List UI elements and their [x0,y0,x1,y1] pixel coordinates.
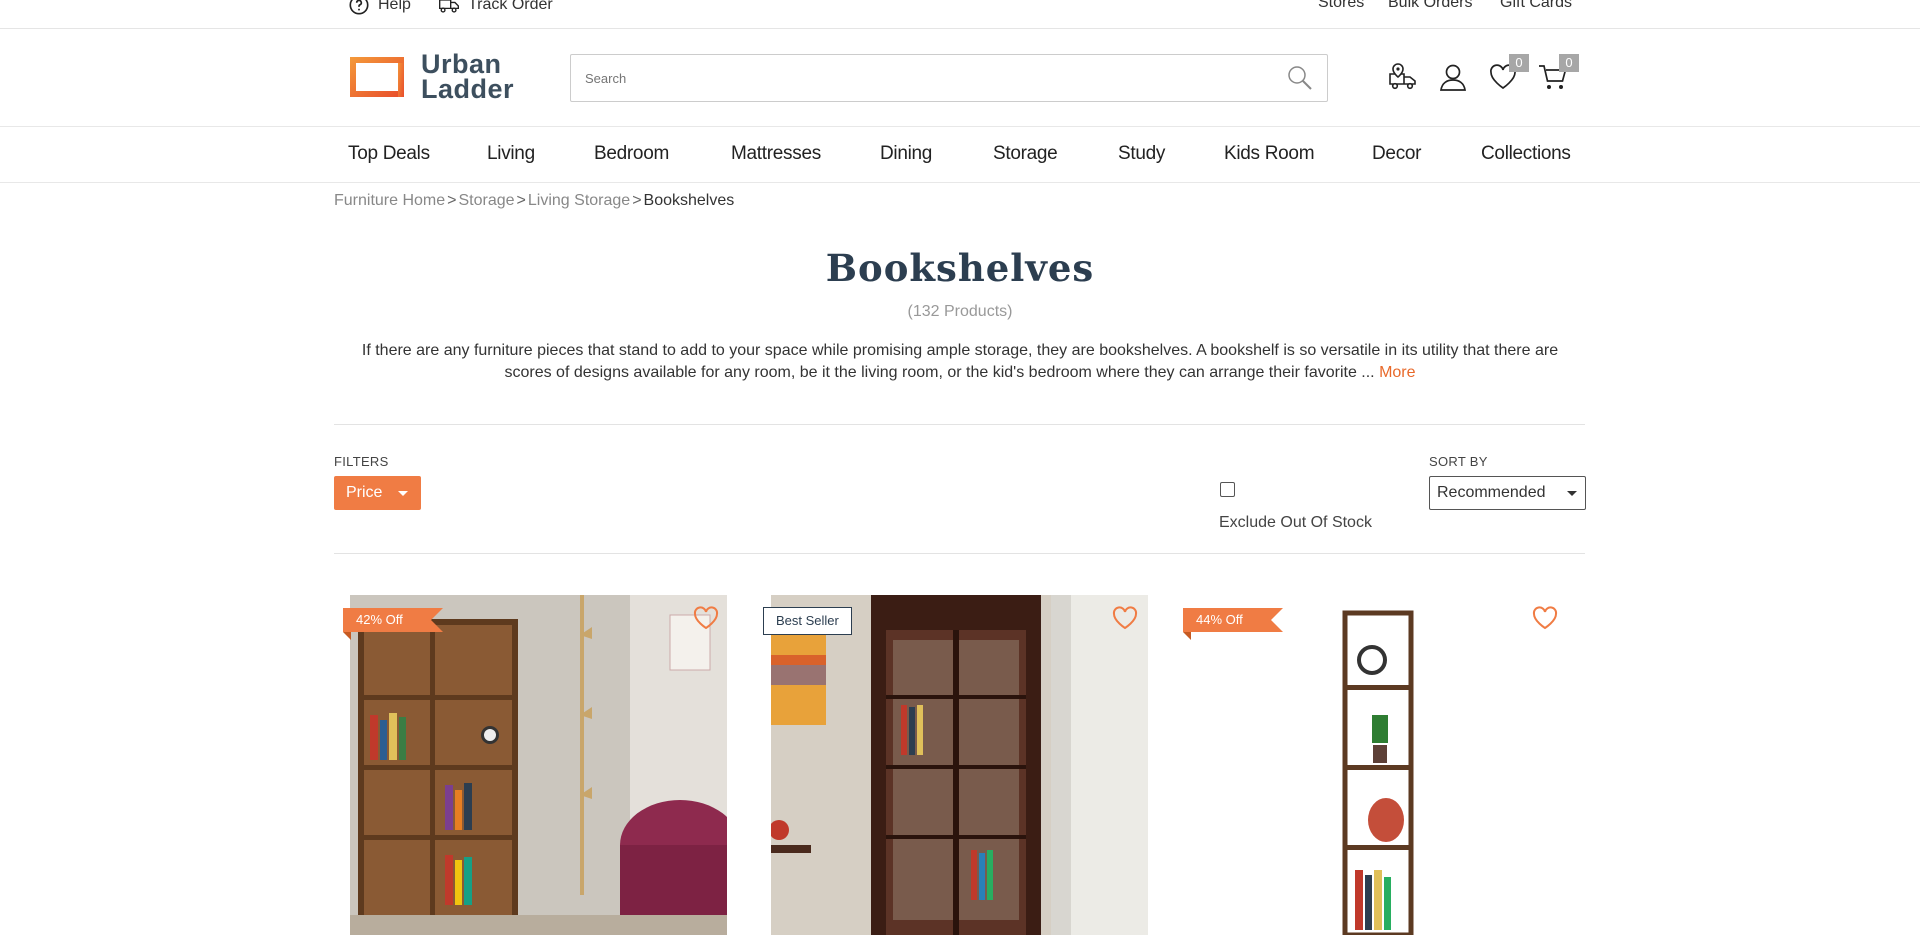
discount-tag: 44% Off [1183,608,1283,640]
heart-icon[interactable] [693,605,719,631]
heart-icon[interactable] [1532,605,1558,631]
chevron-down-icon [398,490,409,496]
breadcrumb-living-storage[interactable]: Living Storage [528,192,630,209]
chevron-down-icon [1567,491,1577,496]
cart-count-badge: 0 [1559,54,1579,72]
product-card[interactable] [350,595,727,935]
account-icon[interactable] [1438,62,1468,92]
help-icon [349,0,369,15]
breadcrumb-separator: > [632,192,642,209]
breadcrumb-separator: > [447,192,457,209]
nav-item-collections[interactable]: Collections [1481,143,1571,165]
nav-item-storage[interactable]: Storage [993,143,1058,165]
breadcrumb-current: Bookshelves [643,192,735,209]
logo-line-2: Ladder [421,74,515,104]
nav-item-living[interactable]: Living [487,143,535,165]
nav-item-bedroom[interactable]: Bedroom [594,143,669,165]
breadcrumb-storage[interactable]: Storage [459,192,515,209]
price-filter-button[interactable]: Price [334,476,421,510]
truck-icon [439,0,459,13]
store-locator-icon[interactable] [1388,62,1418,92]
sort-select[interactable]: Recommended [1429,476,1586,510]
divider [334,553,1585,554]
logo-text: Urban Ladder [421,51,515,104]
logo[interactable]: Urban Ladder [347,51,515,104]
product-card[interactable] [1190,595,1567,935]
nav-item-top-deals[interactable]: Top Deals [348,143,430,165]
filters-label: FILTERS [334,454,389,469]
best-seller-tag: Best Seller [763,607,852,635]
stores-label: Stores [1318,0,1365,11]
search-icon[interactable] [1287,65,1313,91]
price-filter-label: Price [346,484,383,501]
search-input[interactable] [571,55,1251,101]
nav-item-decor[interactable]: Decor [1372,143,1421,165]
page-title: Bookshelves [825,246,1095,290]
stores-link[interactable]: Stores [1318,0,1364,12]
track-order-label: Track Order [468,0,553,13]
gift-cards-link[interactable]: Gift Cards [1500,0,1572,12]
product-image [1190,595,1567,935]
bulk-orders-link[interactable]: Bulk Orders [1388,0,1472,12]
discount-tag: 42% Off [343,608,443,640]
main-nav: Top Deals Living Bedroom Mattresses Dini… [0,127,1920,183]
exclude-out-of-stock-label[interactable]: Exclude Out Of Stock [1219,514,1372,532]
heart-icon[interactable] [1112,605,1138,631]
divider [334,424,1585,425]
wishlist-count-badge: 0 [1509,54,1529,72]
track-order-link[interactable]: Track Order [438,0,553,16]
nav-item-kids-room[interactable]: Kids Room [1224,143,1315,165]
logo-mark-icon [347,54,407,100]
sort-by-label: SORT BY [1429,454,1488,469]
nav-item-study[interactable]: Study [1118,143,1165,165]
nav-item-mattresses[interactable]: Mattresses [731,143,821,165]
breadcrumb-separator: > [516,192,526,209]
help-link[interactable]: Help [348,0,411,16]
nav-item-dining[interactable]: Dining [880,143,932,165]
exclude-out-of-stock-checkbox[interactable] [1220,482,1235,497]
category-description: If there are any furniture pieces that s… [345,340,1575,384]
product-card[interactable] [771,595,1148,935]
product-image [771,595,1148,935]
search-box [570,54,1328,102]
product-count: (132 Products) [907,303,1013,320]
more-link[interactable]: More [1379,364,1415,381]
utility-bar: Help Track Order Stores Bulk Orders Gift… [0,0,1920,29]
site-header: Urban Ladder 0 0 [0,29,1920,127]
help-label: Help [378,0,411,13]
sort-selected-value: Recommended [1437,484,1546,501]
product-image [350,595,727,935]
breadcrumb: Furniture Home > Storage > Living Storage > Bo… [334,192,734,210]
breadcrumb-furniture-home[interactable]: Furniture Home [334,192,445,209]
gift-cards-label: Gift Cards [1500,0,1573,11]
bulk-orders-label: Bulk Orders [1388,0,1473,11]
